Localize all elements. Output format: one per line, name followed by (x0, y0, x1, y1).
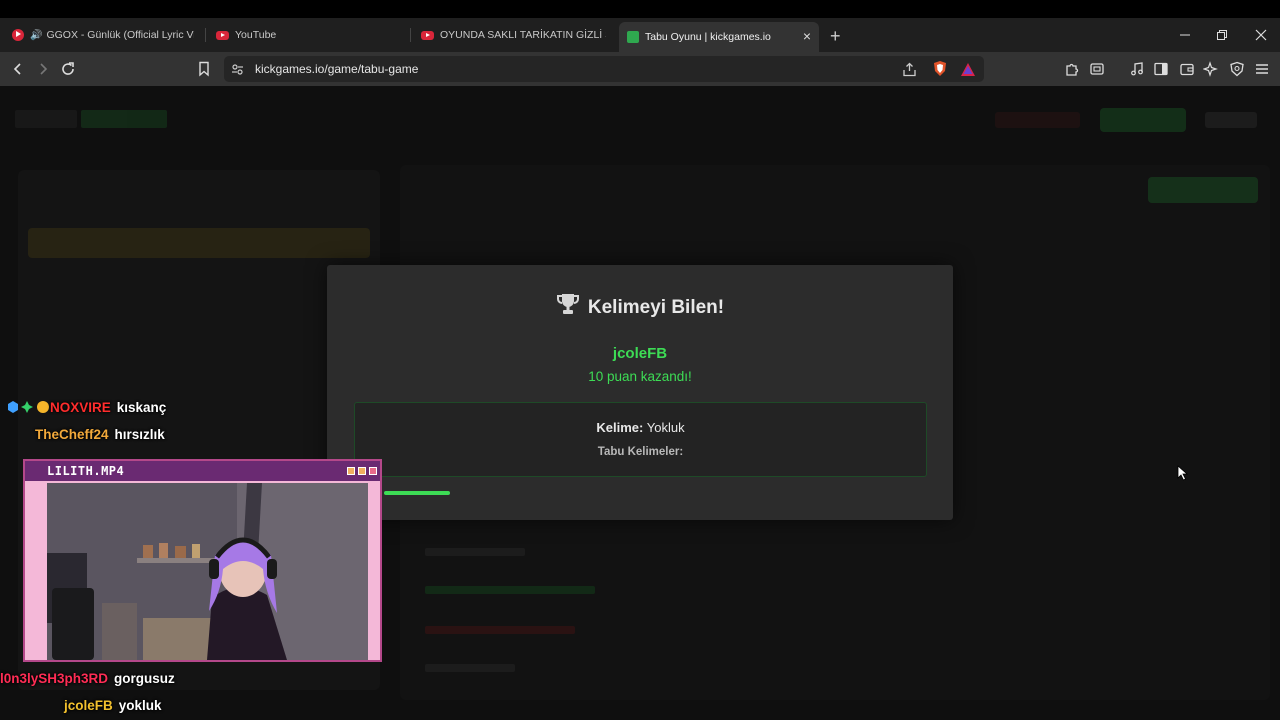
modal-title-text: Kelimeyi Bilen! (587, 297, 725, 318)
vpn-icon[interactable] (1229, 61, 1245, 77)
header-menu-placeholder (1205, 112, 1257, 128)
tab-separator (205, 28, 206, 42)
youtube-icon (421, 30, 434, 40)
youtube-icon (12, 29, 24, 41)
site-settings-icon[interactable] (231, 63, 244, 76)
bookmark-icon[interactable] (197, 61, 211, 77)
chat-text: gorgusuz (114, 671, 175, 686)
game-row-placeholder (425, 664, 515, 672)
share-icon[interactable] (902, 62, 917, 77)
chat-username: l0n3lySH3ph3RD (0, 671, 109, 686)
tab-oyunda[interactable]: OYUNDA SAKLI TARİKATIN GİZLİ SIRL (421, 22, 606, 48)
top-strip (0, 0, 1280, 18)
leo-ai-icon[interactable] (1203, 61, 1219, 77)
mouse-cursor-icon (1177, 465, 1189, 481)
restore-icon[interactable] (1216, 29, 1228, 41)
timer-progress-bar (384, 491, 450, 495)
left-panel-gold-bar (28, 228, 370, 258)
modal-title: Kelimeyi Bilen! (327, 293, 953, 319)
tab-title: Tabu Oyunu | kickgames.io (645, 31, 771, 43)
tab-ggox[interactable]: 🔊 GGOX - Günlük (Official Lyric Vid (12, 22, 194, 48)
game-row-placeholder (425, 626, 575, 634)
tab-title: YouTube (235, 29, 277, 41)
tab-youtube[interactable]: YouTube (216, 22, 396, 48)
word-label: Kelime: (596, 420, 644, 435)
chat-text: hırsızlık (114, 427, 165, 442)
media-icon[interactable] (1129, 61, 1145, 77)
winner-name: jcoleFB (612, 345, 668, 362)
chat-message: TheCheff24 hırsızlık (35, 427, 165, 442)
chat-message: jcoleFB yokluk (64, 698, 162, 713)
extensions-icon[interactable] (1064, 61, 1080, 77)
chat-message: NOXVIRE kıskanç (6, 400, 166, 415)
new-tab-button[interactable]: + (830, 26, 841, 47)
webcam-minimize-icon (347, 467, 355, 475)
chat-text: kıskanç (116, 400, 167, 415)
sidebar-icon[interactable] (1153, 61, 1169, 77)
word-line: Kelime: Yokluk (354, 420, 927, 435)
youtube-icon (216, 30, 229, 40)
close-window-icon[interactable] (1255, 29, 1267, 41)
game-green-button (1148, 177, 1258, 203)
trophy-icon (556, 294, 579, 314)
kickgames-icon (627, 31, 639, 43)
minimize-icon[interactable] (1179, 29, 1191, 41)
webcam-close-icon (369, 467, 377, 475)
url-text: kickgames.io/game/tabu-game (255, 62, 419, 76)
taboo-words-label: Tabu Kelimeler: (597, 446, 684, 458)
word-info-box (354, 402, 927, 477)
webcam-video (47, 483, 368, 660)
menu-icon[interactable] (1254, 61, 1270, 77)
reload-icon[interactable] (60, 61, 76, 77)
brave-shield-icon[interactable] (931, 60, 949, 78)
tab-title: GGOX - Günlük (Official Lyric Vid (46, 29, 194, 41)
back-icon[interactable] (11, 62, 25, 76)
chat-username: NOXVIRE (50, 400, 111, 415)
brave-rewards-icon[interactable] (960, 62, 976, 77)
tab-title: OYUNDA SAKLI TARİKATIN GİZLİ SIRL (440, 29, 606, 41)
word-value: Yokluk (646, 420, 685, 435)
webcam-maximize-icon (358, 467, 366, 475)
forward-icon[interactable] (36, 62, 50, 76)
game-row-placeholder (425, 548, 525, 556)
tab-tabu-oyunu[interactable]: Tabu Oyunu | kickgames.io × (619, 22, 819, 52)
speaker-icon[interactable]: 🔊 (30, 30, 42, 41)
kickgames-logo (15, 110, 170, 130)
webcam-scene-image (47, 483, 368, 660)
game-row-placeholder (425, 586, 595, 594)
webcam-title: LILITH.MP4 (47, 464, 125, 478)
chat-text: yokluk (118, 698, 162, 713)
close-tab-icon[interactable]: × (803, 28, 811, 44)
chat-badges-icon (8, 401, 49, 413)
header-red-badge (995, 112, 1080, 128)
chat-message: l0n3lySH3ph3RD gorgusuz (0, 671, 175, 686)
tab-separator (410, 28, 411, 42)
header-green-button (1100, 108, 1186, 132)
points-earned: 10 puan kazandı! (588, 369, 692, 384)
wallet-icon[interactable] (1179, 61, 1195, 77)
chat-username: TheCheff24 (35, 427, 109, 442)
screenshot-icon[interactable] (1089, 61, 1105, 77)
chat-username: jcoleFB (64, 698, 113, 713)
